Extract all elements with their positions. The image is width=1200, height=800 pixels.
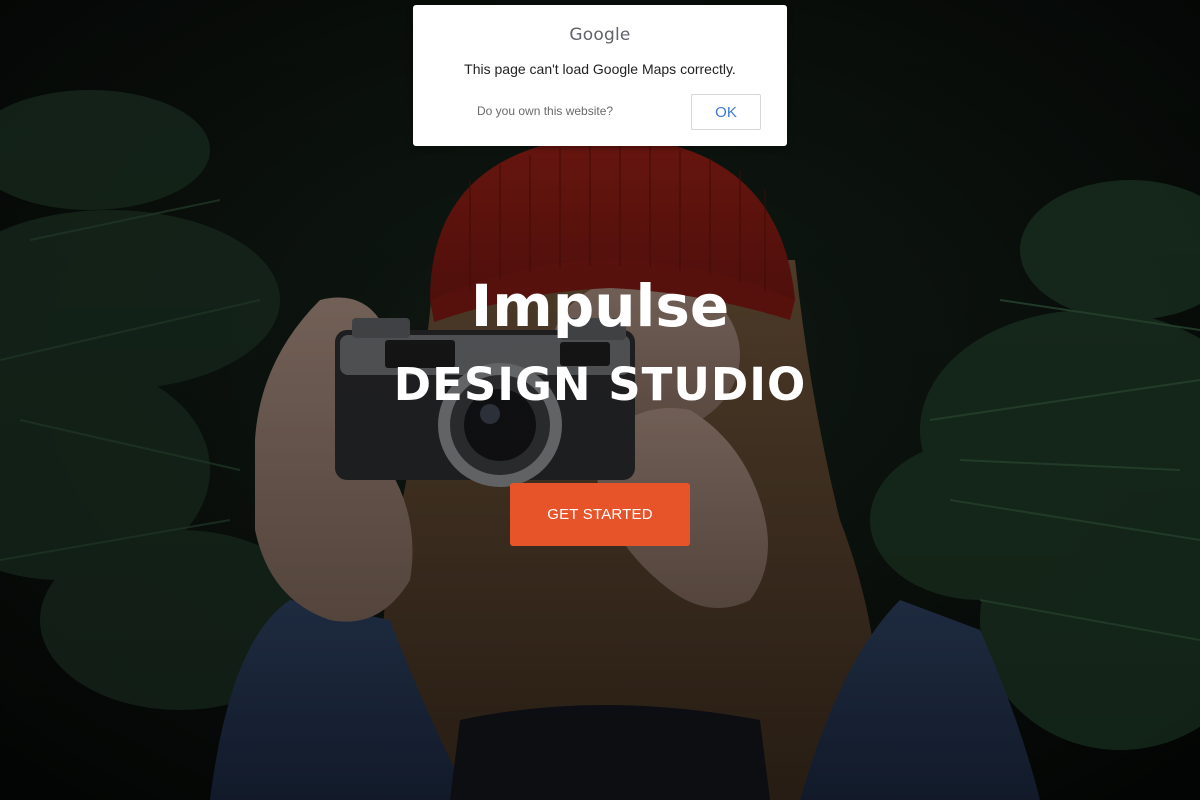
hero-title: Impulse (470, 272, 730, 340)
get-started-button[interactable]: GET STARTED (510, 483, 690, 546)
hero-section: Impulse DESIGN STUDIO GET STARTED Google… (0, 0, 1200, 800)
maps-error-message: This page can't load Google Maps correct… (464, 61, 736, 77)
own-website-link[interactable]: Do you own this website? (477, 104, 613, 118)
maps-error-dialog: Google This page can't load Google Maps … (413, 5, 787, 146)
google-logo: Google (569, 25, 631, 45)
hero-subtitle: DESIGN STUDIO (393, 358, 807, 411)
ok-button[interactable]: OK (691, 94, 761, 130)
